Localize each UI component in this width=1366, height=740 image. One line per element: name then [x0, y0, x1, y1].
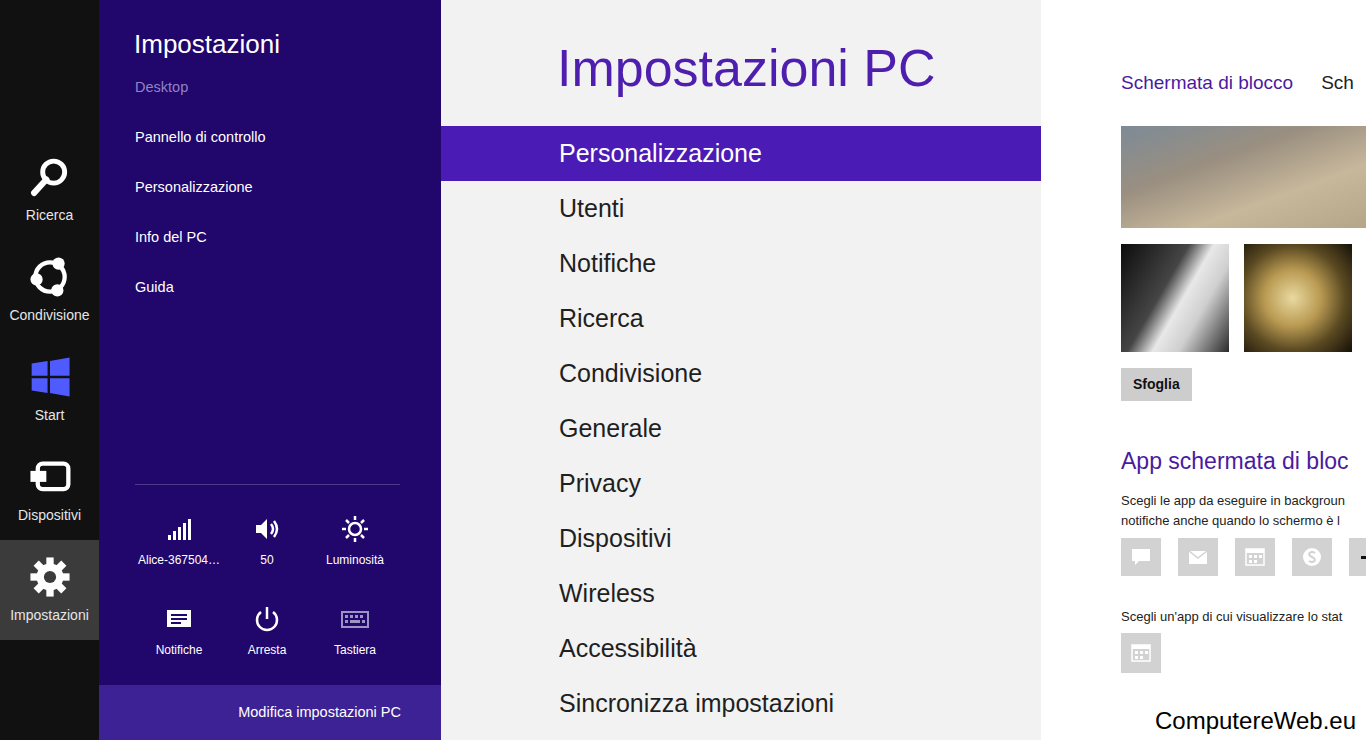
- separator: [135, 484, 400, 485]
- pane-title: Impostazioni: [99, 0, 441, 60]
- description-line: notifiche anche quando lo schermo è l: [1121, 511, 1345, 531]
- browse-button[interactable]: Sfoglia: [1121, 368, 1192, 401]
- charm-label: Impostazioni: [10, 605, 89, 626]
- charm-item[interactable]: Start: [0, 340, 99, 440]
- category-item[interactable]: Sincronizza impostazioni: [441, 676, 1041, 731]
- category-label: Wireless: [559, 575, 655, 613]
- lock-screen-preview: [1121, 126, 1366, 228]
- messaging-icon: [1130, 546, 1152, 568]
- lock-screen-apps: [1121, 538, 1366, 576]
- app-slot[interactable]: [1292, 538, 1332, 576]
- picture-thumbnail[interactable]: [1121, 244, 1229, 352]
- quick-setting[interactable]: Luminosità: [311, 505, 399, 595]
- charm-label: Condivisione: [9, 305, 89, 326]
- category-item[interactable]: Notifiche: [441, 236, 1041, 291]
- app-slot[interactable]: [1121, 633, 1161, 673]
- picture-thumbnails: [1121, 244, 1352, 352]
- share-icon: [28, 255, 72, 305]
- pane-link[interactable]: Personalizzazione: [99, 163, 441, 213]
- quick-label: Luminosità: [326, 551, 384, 569]
- quick-setting[interactable]: Arresta: [223, 595, 311, 685]
- category-item[interactable]: Personalizzazione: [441, 126, 1041, 181]
- quick-setting[interactable]: 50: [223, 505, 311, 595]
- quick-label: Tastiera: [334, 641, 376, 659]
- pane-link[interactable]: Guida: [99, 263, 441, 313]
- category-item[interactable]: Accessibilità: [441, 621, 1041, 676]
- category-item[interactable]: Privacy: [441, 456, 1041, 511]
- tab-strip: Schermata di blocco Sch: [1121, 70, 1354, 96]
- calendar-icon: [1244, 546, 1266, 568]
- pane-context: Desktop: [99, 63, 441, 113]
- category-item[interactable]: Generale: [441, 401, 1041, 456]
- signal-icon: [165, 515, 193, 543]
- change-pc-settings-link[interactable]: Modifica impostazioni PC: [99, 685, 441, 740]
- category-item[interactable]: Dispositivi: [441, 511, 1041, 566]
- watermark: ComputereWeb.eu: [1151, 706, 1360, 736]
- quick-setting[interactable]: Alice-367504…: [135, 505, 223, 595]
- settings-pane: ImpostazioniDesktopPannello di controllo…: [99, 0, 441, 740]
- pc-settings-title: Impostazioni PC: [441, 0, 1041, 126]
- tab[interactable]: Sch: [1321, 70, 1354, 96]
- app-slot[interactable]: [1178, 538, 1218, 576]
- category-label: Generale: [559, 410, 662, 448]
- quick-setting[interactable]: Tastiera: [311, 595, 399, 685]
- quick-label: Notifiche: [156, 641, 203, 659]
- category-item[interactable]: Wireless: [441, 566, 1041, 621]
- quick-settings: Alice-367504… 50 Luminosità Notifiche Arrest…: [99, 485, 441, 685]
- category-label: Sincronizza impostazioni: [559, 685, 834, 723]
- charm-item[interactable]: Dispositivi: [0, 440, 99, 540]
- brightness-icon: [341, 515, 369, 543]
- volume-icon: [253, 515, 281, 543]
- section-description: Scegli un'app di cui visualizzare lo sta…: [1121, 607, 1342, 627]
- calendar-icon: [1130, 642, 1152, 664]
- charm-label: Start: [35, 405, 65, 426]
- quick-label: Arresta: [248, 641, 287, 659]
- category-label: Personalizzazione: [559, 135, 762, 173]
- devices-icon: [28, 455, 72, 505]
- category-label: Utenti: [559, 190, 624, 228]
- gear-icon: [28, 555, 72, 605]
- category-label: Accessibilità: [559, 630, 697, 668]
- quick-label: 50: [260, 551, 273, 569]
- category-label: Condivisione: [559, 355, 702, 393]
- pane-link[interactable]: Info del PC: [99, 213, 441, 263]
- pc-settings-panel: Impostazioni PC Personalizzazione Utenti No…: [441, 0, 1041, 740]
- search-icon: [28, 155, 72, 205]
- picture-thumbnail[interactable]: [1244, 244, 1352, 352]
- category-item[interactable]: Ricerca: [441, 291, 1041, 346]
- charms-bar: Ricerca Condivisione Start Dispositivi Impos…: [0, 0, 99, 740]
- quick-setting[interactable]: Notifiche: [135, 595, 223, 685]
- app-slot[interactable]: [1235, 538, 1275, 576]
- charm-item[interactable]: Impostazioni: [0, 540, 99, 640]
- category-label: Ricerca: [559, 300, 644, 338]
- category-label: Notifiche: [559, 245, 656, 283]
- charm-item[interactable]: Condivisione: [0, 240, 99, 340]
- section-description: Scegli le app da eseguire in backgrounno…: [1121, 491, 1345, 531]
- app-slot[interactable]: [1121, 538, 1161, 576]
- charm-item[interactable]: Ricerca: [0, 140, 99, 240]
- section-heading: App schermata di bloc: [1121, 446, 1349, 476]
- description-line: Scegli le app da eseguire in backgroun: [1121, 491, 1345, 511]
- mail-icon: [1187, 546, 1209, 568]
- category-label: Dispositivi: [559, 520, 672, 558]
- category-item[interactable]: Utenti: [441, 181, 1041, 236]
- keyboard-icon: [341, 605, 369, 633]
- charm-label: Dispositivi: [18, 505, 81, 526]
- content-panel: Schermata di blocco Sch Sfoglia App scherma…: [1041, 0, 1366, 740]
- windows-logo-icon: [28, 355, 72, 405]
- skype-icon: [1301, 546, 1323, 568]
- category-item[interactable]: Condivisione: [441, 346, 1041, 401]
- notifications-icon: [165, 605, 193, 633]
- add-icon: [1358, 546, 1366, 568]
- charm-label: Ricerca: [26, 205, 73, 226]
- tab[interactable]: Schermata di blocco: [1121, 70, 1293, 96]
- category-label: Privacy: [559, 465, 641, 503]
- power-icon: [253, 605, 281, 633]
- app-slot[interactable]: [1349, 538, 1366, 576]
- quick-label: Alice-367504…: [138, 551, 220, 569]
- pane-link[interactable]: Pannello di controllo: [99, 113, 441, 163]
